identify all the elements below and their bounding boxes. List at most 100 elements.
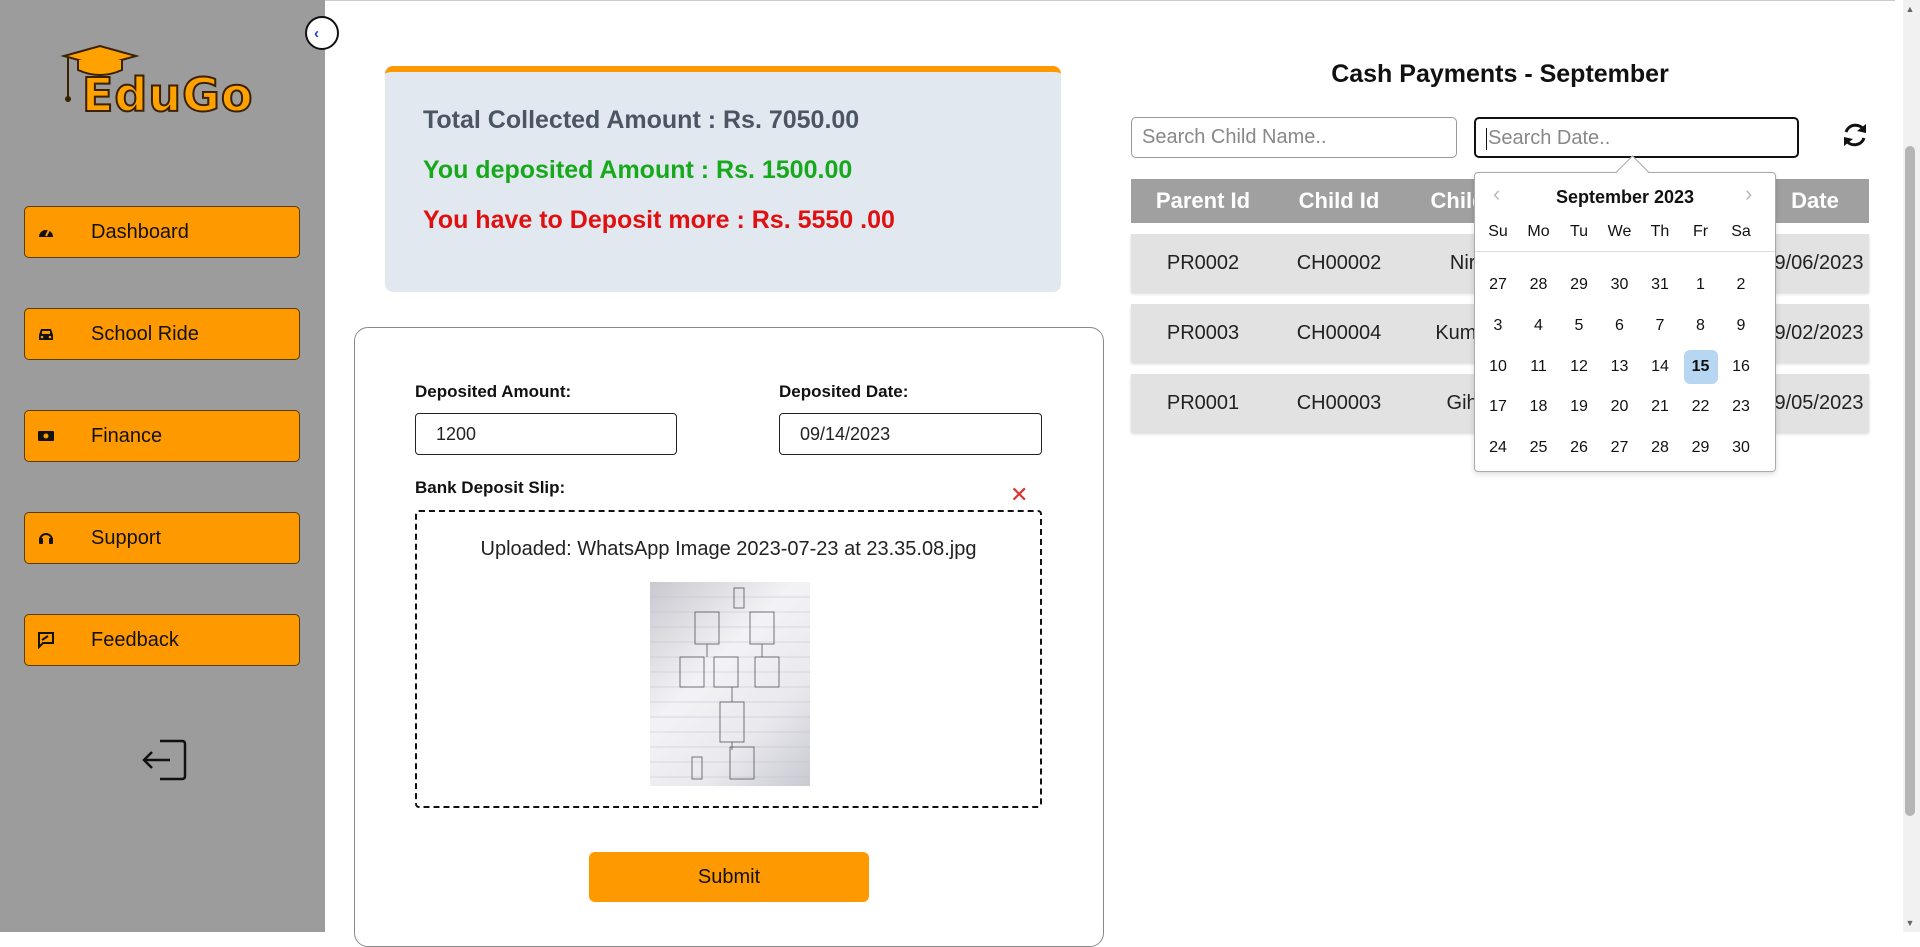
child-id-cell: CH00002 [1296,252,1382,274]
calendar-day[interactable]: 27 [1603,431,1637,465]
calendar-day[interactable]: 2 [1724,268,1758,302]
calendar-day[interactable]: 17 [1481,390,1515,424]
calendar-day[interactable]: 5 [1562,309,1596,343]
sidebar-item-feedback[interactable]: Feedback [24,614,300,666]
scroll-up-arrow[interactable]: ▲ [1905,4,1915,14]
parent-id-cell: PR0002 [1166,252,1240,274]
calendar-day[interactable]: 22 [1684,390,1718,424]
calendar-day[interactable]: 14 [1643,350,1677,384]
search-child-input[interactable]: Search Child Name.. [1131,117,1457,158]
deposited-amount-label: Deposited Amount: [415,382,572,401]
remaining-deposit-text: You have to Deposit more : Rs. 5550 .00 [423,206,895,234]
text-cursor [1486,127,1487,150]
remove-file-icon[interactable]: ✕ [1010,482,1028,508]
speedometer-icon [37,223,55,241]
calendar-day[interactable]: 29 [1684,431,1718,465]
sidebar-item-school-ride[interactable]: School Ride [24,308,300,360]
calendar-day[interactable]: 23 [1724,390,1758,424]
weekday-label: Fr [1692,223,1709,240]
submit-button[interactable]: Submit [589,852,869,902]
scroll-down-arrow[interactable]: ▼ [1905,918,1915,928]
calendar-day[interactable]: 19 [1562,390,1596,424]
sidebar-item-label: Support [91,526,162,549]
weekday-label: Su [1488,223,1508,240]
logout-icon [142,739,187,781]
child-id-cell: CH00003 [1296,392,1382,414]
calendar-day[interactable]: 11 [1522,350,1556,384]
calendar-day[interactable]: 1 [1684,268,1718,302]
weekday-label: We [1607,223,1632,240]
headset-icon [37,529,55,547]
calendar-day[interactable]: 24 [1481,431,1515,465]
calendar-day[interactable]: 3 [1481,309,1515,343]
sidebar-item-label: Feedback [91,628,179,651]
cash-payments-title: Cash Payments - September [1331,60,1669,88]
calendar-day[interactable]: 12 [1562,350,1596,384]
scrollbar-thumb[interactable] [1905,146,1915,816]
summary-card: Total Collected Amount : Rs. 7050.00 You… [385,66,1061,292]
sidebar-item-support[interactable]: Support [24,512,300,564]
calendar-day[interactable]: 28 [1643,431,1677,465]
search-date-placeholder: Search Date.. [1488,127,1611,149]
uploaded-file-name: Uploaded: WhatsApp Image 2023-07-23 at 2… [480,538,977,560]
sidebar: EduGo Dashboard School Ride Finance Supp… [0,0,325,932]
calendar-day[interactable]: 28 [1522,268,1556,302]
date-cell: 9/02/2023 [1774,322,1864,344]
deposited-date-input[interactable]: 09/14/2023 [779,413,1042,455]
calendar-day[interactable]: 30 [1724,431,1758,465]
date-picker-popup: ‹ September 2023 › Su Mo Tu We Th Fr Sa 27 28 29… [1474,172,1776,472]
column-parent-id: Parent Id [1155,188,1251,213]
sidebar-item-label: Dashboard [91,220,189,243]
child-id-cell: CH00004 [1296,322,1382,344]
calendar-month-label: September 2023 [1555,187,1695,207]
calendar-divider [1475,251,1775,252]
calendar-day[interactable]: 8 [1684,309,1718,343]
weekday-label: Mo [1527,223,1550,240]
file-upload-dropzone[interactable]: Uploaded: WhatsApp Image 2023-07-23 at 2… [415,510,1042,808]
parent-id-cell: PR0003 [1166,322,1240,344]
calendar-day-selected[interactable]: 15 [1683,349,1718,384]
deposit-slip-preview [650,582,810,786]
calendar-day[interactable]: 4 [1522,309,1556,343]
collapse-sidebar-button[interactable]: ‹ [305,16,339,50]
sidebar-item-finance[interactable]: Finance [24,410,300,462]
weekday-label: Sa [1731,223,1751,240]
logout-button[interactable] [140,738,188,782]
calendar-day[interactable]: 26 [1562,431,1596,465]
calendar-day[interactable]: 21 [1643,390,1677,424]
calendar-day[interactable]: 27 [1481,268,1515,302]
calendar-day[interactable]: 25 [1522,431,1556,465]
column-child-id: Child Id [1298,188,1380,213]
sidebar-item-label: School Ride [91,322,199,345]
sidebar-item-label: Finance [91,424,163,447]
calendar-day[interactable]: 7 [1643,309,1677,343]
brand-name: EduGo [81,68,254,122]
calendar-day[interactable]: 30 [1603,268,1637,302]
edugo-logo[interactable]: EduGo [60,44,270,124]
parent-id-cell: PR0001 [1166,392,1240,414]
calendar-day[interactable]: 18 [1522,390,1556,424]
money-icon [37,427,55,445]
search-date-input[interactable]: Search Date.. [1474,117,1799,158]
date-cell: 9/06/2023 [1774,252,1864,274]
deposited-amount-text: You deposited Amount : Rs. 1500.00 [423,156,853,184]
chat-edit-icon [37,631,55,649]
bank-slip-label: Bank Deposit Slip: [415,478,566,497]
calendar-day[interactable]: 13 [1603,350,1637,384]
weekday-label: Th [1650,223,1670,240]
deposited-date-label: Deposited Date: [779,382,909,401]
calendar-day[interactable]: 31 [1643,268,1677,302]
refresh-icon [1844,123,1866,147]
calendar-day[interactable]: 29 [1562,268,1596,302]
calendar-day[interactable]: 9 [1724,309,1758,343]
column-date: Date [1791,188,1839,213]
sidebar-item-dashboard[interactable]: Dashboard [24,206,300,258]
deposited-amount-input[interactable]: 1200 [415,413,677,455]
refresh-button[interactable] [1840,120,1870,150]
calendar-day[interactable]: 20 [1603,390,1637,424]
chevron-left-icon: ‹ [314,24,319,42]
calendar-day[interactable]: 16 [1724,350,1758,384]
next-month-button[interactable]: › [1745,181,1752,207]
calendar-day[interactable]: 10 [1481,350,1515,384]
calendar-day[interactable]: 6 [1603,309,1637,343]
